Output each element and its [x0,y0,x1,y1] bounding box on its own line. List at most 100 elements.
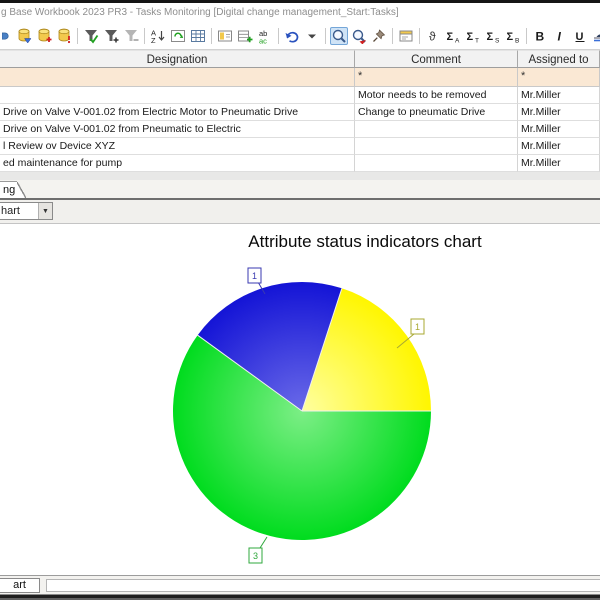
callout-leader [260,537,267,548]
app-window: g Base Workbook 2023 PR3 - Tasks Monitor… [0,0,600,600]
db-export-icon[interactable] [15,27,33,45]
table-cell[interactable]: Motor needs to be removed [355,87,518,104]
filter-add-icon[interactable] [102,27,120,45]
toolbar-separator [526,28,527,44]
sum-t-icon[interactable]: ΣT [464,27,482,45]
title-bar: g Base Workbook 2023 PR3 - Tasks Monitor… [0,3,600,23]
properties-icon[interactable] [397,27,415,45]
sum-a-icon[interactable]: ΣA [444,27,462,45]
refresh-table-icon[interactable] [169,27,187,45]
db-refresh-icon[interactable] [55,27,73,45]
bottom-tab-strip: art [0,575,600,594]
zoom-out-icon[interactable] [350,27,368,45]
svg-text:ϑ: ϑ [429,30,436,44]
sheet-tab-label: ng [3,184,15,196]
underline-icon[interactable]: U [571,27,589,45]
table-header-row: DesignationCommentAssigned to [0,50,600,68]
chart-area: Attribute status indicators chart 113 [0,224,600,575]
table-row: Drive on Valve V-001.02 from Pneumatic t… [0,121,600,138]
column-header-assigned-to[interactable]: Assigned to [518,50,600,68]
main-toolbar: AZabacϑΣAΣTΣSΣBBIU [0,23,600,50]
table-cell[interactable]: Mr.Miller [518,138,600,155]
table-cell[interactable]: Mr.Miller [518,155,600,172]
sheet-tab-strip: ng [0,180,600,198]
svg-text:Σ: Σ [487,31,494,43]
toolbar-separator [419,28,420,44]
bold-icon[interactable]: B [531,27,549,45]
toolbar-separator [278,28,279,44]
zoom-in-icon[interactable] [330,27,348,45]
clipboard-partial-icon[interactable] [1,27,13,45]
border-underline-icon[interactable] [591,27,600,45]
toolbar-separator [392,28,393,44]
svg-text:B: B [536,30,545,44]
replace-icon[interactable]: abac [256,27,274,45]
toolbar-separator [211,28,212,44]
table-cell[interactable]: Drive on Valve V-001.02 from Electric Mo… [0,104,355,121]
dropdown-arrow-icon[interactable]: ▼ [38,203,52,219]
svg-text:T: T [475,38,479,45]
insert-column-icon[interactable] [216,27,234,45]
undo-icon[interactable] [283,27,301,45]
svg-text:B: B [515,38,519,45]
horizontal-scrollbar[interactable] [46,579,600,592]
chart-type-dropdown[interactable]: hart ▼ [0,202,53,220]
pie-chart: 1 1 3 [0,224,600,575]
table-cell[interactable]: ed maintenance for pump [0,155,355,172]
sheet-tab-chart[interactable]: art [0,578,40,593]
sum-s-icon[interactable]: ΣS [484,27,502,45]
undo-dropdown-icon[interactable] [303,27,321,45]
window-bottom-border [0,594,600,600]
field-icon[interactable]: ϑ [424,27,442,45]
table-cell[interactable]: Mr.Miller [518,104,600,121]
table-row: Motor needs to be removedMr.Miller [0,87,600,104]
table-cell[interactable]: Mr.Miller [518,87,600,104]
italic-icon[interactable]: I [551,27,569,45]
table-cell[interactable]: Change to pneumatic Drive [355,104,518,121]
sort-az-icon[interactable]: AZ [149,27,167,45]
table-cell[interactable]: Drive on Valve V-001.02 from Pneumatic t… [0,121,355,138]
svg-text:S: S [495,38,500,45]
table-row: ed maintenance for pump Mr.Miller [0,155,600,172]
table-grid-icon[interactable] [189,27,207,45]
table-cell[interactable] [355,155,518,172]
svg-text:Z: Z [151,36,156,44]
tasks-table: DesignationCommentAssigned to**Motor nee… [0,50,600,172]
slice-callout-label: 1 [252,271,257,281]
sheet-tab-tasks[interactable]: ng [0,181,17,198]
table-cell[interactable] [355,121,518,138]
slice-callout-label: 3 [253,551,258,561]
table-cell[interactable] [355,138,518,155]
column-header-designation[interactable]: Designation [0,50,355,68]
slice-callout-label: 1 [415,322,420,332]
filter-apply-icon[interactable] [82,27,100,45]
svg-text:I: I [558,30,562,44]
table-cell[interactable]: l Review ov Device XYZ [0,138,355,155]
filter-cell[interactable]: * [518,68,600,87]
table-row: Drive on Valve V-001.02 from Electric Mo… [0,104,600,121]
db-add-icon[interactable] [35,27,53,45]
svg-text:Σ: Σ [507,31,514,43]
window-title: g Base Workbook 2023 PR3 - Tasks Monitor… [1,7,399,18]
insert-rows-icon[interactable] [236,27,254,45]
sheet-tab-slant [17,182,26,198]
column-header-comment[interactable]: Comment [355,50,518,68]
filter-cell[interactable] [0,68,355,87]
table-bottom-gap [0,172,600,180]
filter-row: ** [0,68,600,87]
toolbar-separator [77,28,78,44]
svg-text:A: A [455,38,460,45]
pin-icon[interactable] [370,27,388,45]
view-selector-bar: hart ▼ [0,200,600,224]
table-cell[interactable]: Mr.Miller [518,121,600,138]
filter-remove-icon[interactable] [122,27,140,45]
svg-text:ac: ac [259,37,267,45]
table-cell[interactable] [0,87,355,104]
svg-text:Σ: Σ [447,31,454,43]
filter-cell[interactable]: * [355,68,518,87]
svg-text:Σ: Σ [467,31,474,43]
toolbar-separator [144,28,145,44]
table-row: l Review ov Device XYZ Mr.Miller [0,138,600,155]
sum-b-icon[interactable]: ΣB [504,27,522,45]
toolbar-separator [325,28,326,44]
